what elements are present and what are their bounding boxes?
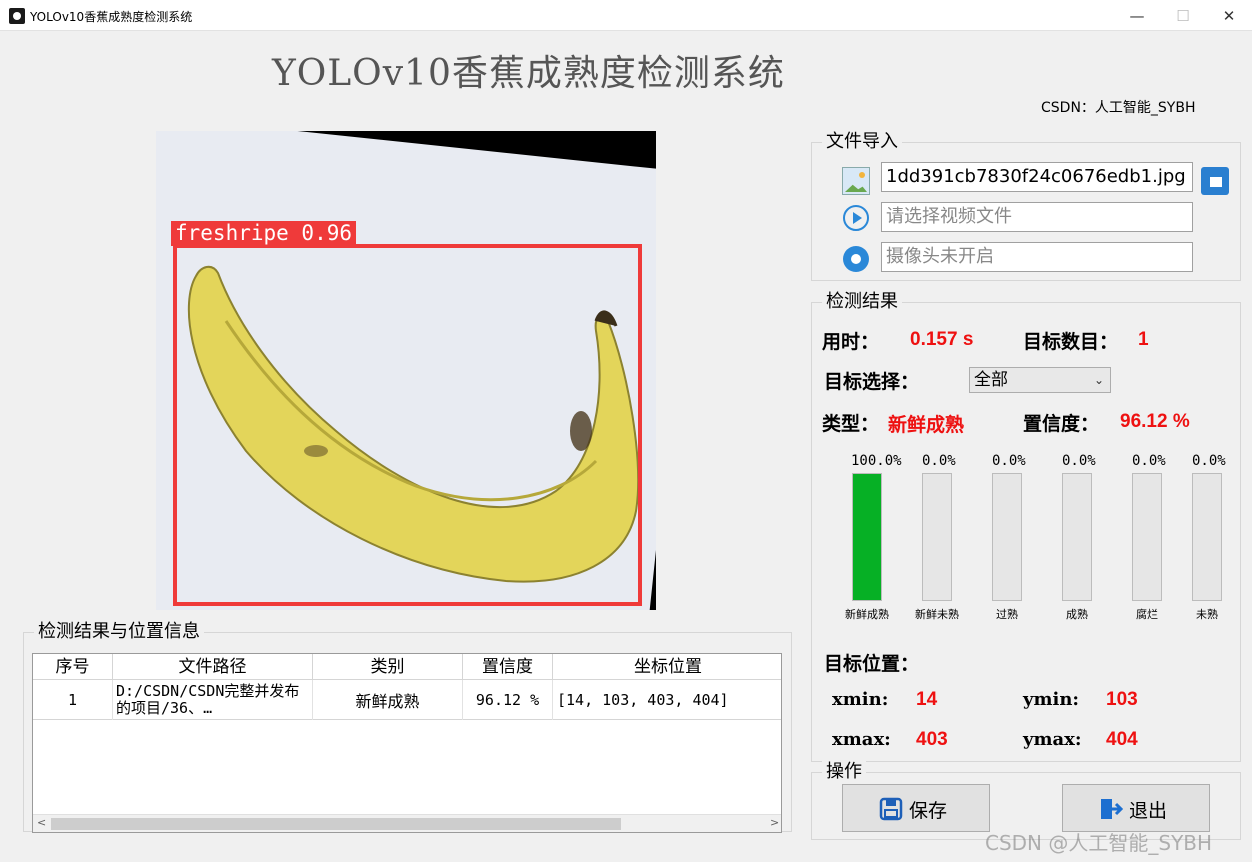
minimize-button[interactable]: — (1114, 4, 1160, 28)
cell-position: [14, 103, 403, 404] (557, 691, 729, 709)
bar-label-2: 过熟 (996, 608, 1018, 621)
xmax-label: xmax: (832, 729, 891, 750)
actions-title: 操作 (822, 761, 866, 783)
time-label: 用时： (822, 331, 880, 353)
scroll-left-icon[interactable]: < (37, 816, 46, 829)
ymin-value: 103 (1106, 689, 1138, 710)
table-header: 序号 文件路径 类别 置信度 坐标位置 (33, 654, 781, 680)
bar-track-1 (922, 473, 952, 601)
exit-button-label: 退出 (1129, 800, 1168, 822)
bar-track-4 (1132, 473, 1162, 601)
bar-label-0: 新鲜成熟 (845, 608, 889, 621)
col-header-path[interactable]: 文件路径 (113, 654, 313, 680)
xmax-value: 403 (916, 729, 948, 750)
ymin-label: ymin: (1023, 689, 1080, 710)
save-button-label: 保存 (909, 800, 948, 822)
bar-percent-5: 0.0% (1192, 453, 1226, 469)
folder-open-icon[interactable] (1201, 167, 1229, 195)
table-title: 检测结果与位置信息 (34, 621, 204, 643)
app-icon (9, 8, 25, 24)
cell-path: D:/CSDN/CSDN完整并发布的项目/36、… (113, 680, 313, 720)
target-select-label: 目标选择： (824, 371, 920, 393)
scroll-thumb[interactable] (51, 818, 621, 830)
camera-icon[interactable] (843, 246, 869, 272)
cell-confidence: 96.12 % (463, 680, 553, 720)
image-file-field[interactable]: 1dd391cb7830f24c0676edb1.jpg (881, 162, 1193, 192)
ymax-label: ymax: (1023, 729, 1082, 750)
detection-box (173, 244, 642, 606)
image-file-icon[interactable] (842, 167, 870, 195)
camera-field[interactable]: 摄像头未开启 (881, 242, 1193, 272)
confidence-label: 置信度： (1023, 413, 1100, 435)
bar-fill-0 (853, 474, 881, 600)
col-header-position[interactable]: 坐标位置 (553, 654, 781, 680)
bar-label-4: 腐烂 (1136, 608, 1158, 621)
target-select[interactable]: 全部 ⌄ (969, 367, 1111, 393)
exit-button[interactable]: 退出 (1062, 784, 1210, 832)
time-value: 0.157 s (910, 329, 974, 350)
exit-icon (1101, 799, 1123, 819)
results-table: 序号 文件路径 类别 置信度 坐标位置 1 D:/CSDN/CSDN完整并发布的… (32, 653, 782, 833)
ymax-value: 404 (1106, 729, 1138, 750)
file-import-group: 文件导入 1dd391cb7830f24c0676edb1.jpg 请选择视频文… (811, 131, 1241, 281)
detection-label: freshripe 0.96 (171, 221, 357, 246)
bar-label-3: 成熟 (1066, 608, 1088, 621)
confidence-value: 96.12 % (1120, 411, 1190, 432)
xmin-value: 14 (916, 689, 938, 710)
author-label: CSDN：人工智能_SYBH (1041, 100, 1196, 116)
app-title: YOLOv10香蕉成熟度检测系统 (272, 53, 785, 94)
save-button[interactable]: 保存 (842, 784, 990, 832)
bar-label-5: 未熟 (1196, 608, 1218, 621)
video-file-field[interactable]: 请选择视频文件 (881, 202, 1193, 232)
save-icon (879, 797, 903, 821)
title-bar: YOLOv10香蕉成熟度检测系统 — ☐ ✕ (0, 0, 1252, 31)
col-header-index[interactable]: 序号 (33, 654, 113, 680)
bar-percent-0: 100.0% (851, 453, 902, 469)
watermark: CSDN @人工智能_SYBH (985, 831, 1213, 855)
bar-percent-2: 0.0% (992, 453, 1026, 469)
video-play-icon[interactable] (843, 205, 869, 231)
bar-percent-1: 0.0% (922, 453, 956, 469)
bar-label-1: 新鲜未熟 (915, 608, 959, 621)
target-position-label: 目标位置： (824, 653, 920, 675)
window-title: YOLOv10香蕉成熟度检测系统 (30, 10, 193, 24)
target-select-value: 全部 (974, 370, 1008, 390)
count-label: 目标数目： (1023, 331, 1119, 353)
cell-index: 1 (33, 680, 113, 720)
results-title: 检测结果 (822, 291, 902, 313)
count-value: 1 (1138, 329, 1149, 350)
results-table-group: 检测结果与位置信息 序号 文件路径 类别 置信度 坐标位置 1 D:/CSDN/… (23, 621, 792, 833)
col-header-confidence[interactable]: 置信度 (463, 654, 553, 680)
bar-track-0 (852, 473, 882, 601)
table-row[interactable]: 1 D:/CSDN/CSDN完整并发布的项目/36、… 新鲜成熟 96.12 %… (33, 680, 781, 720)
bar-track-3 (1062, 473, 1092, 601)
bar-track-2 (992, 473, 1022, 601)
cell-class: 新鲜成熟 (313, 680, 463, 720)
horizontal-scrollbar[interactable]: < > (33, 814, 781, 832)
bar-percent-3: 0.0% (1062, 453, 1096, 469)
chevron-down-icon: ⌄ (1093, 373, 1104, 387)
file-import-title: 文件导入 (822, 131, 902, 153)
maximize-button[interactable]: ☐ (1160, 4, 1206, 28)
close-button[interactable]: ✕ (1206, 4, 1252, 28)
bar-track-5 (1192, 473, 1222, 601)
detection-results-group: 检测结果 用时： 0.157 s 目标数目： 1 目标选择： 全部 ⌄ 类型： … (811, 291, 1241, 762)
type-label: 类型： (822, 413, 880, 435)
bar-percent-4: 0.0% (1132, 453, 1166, 469)
xmin-label: xmin: (832, 689, 889, 710)
detection-image-view: freshripe 0.96 (156, 131, 656, 610)
scroll-right-icon[interactable]: > (770, 816, 779, 829)
type-value: 新鲜成熟 (888, 414, 965, 436)
col-header-class[interactable]: 类别 (313, 654, 463, 680)
